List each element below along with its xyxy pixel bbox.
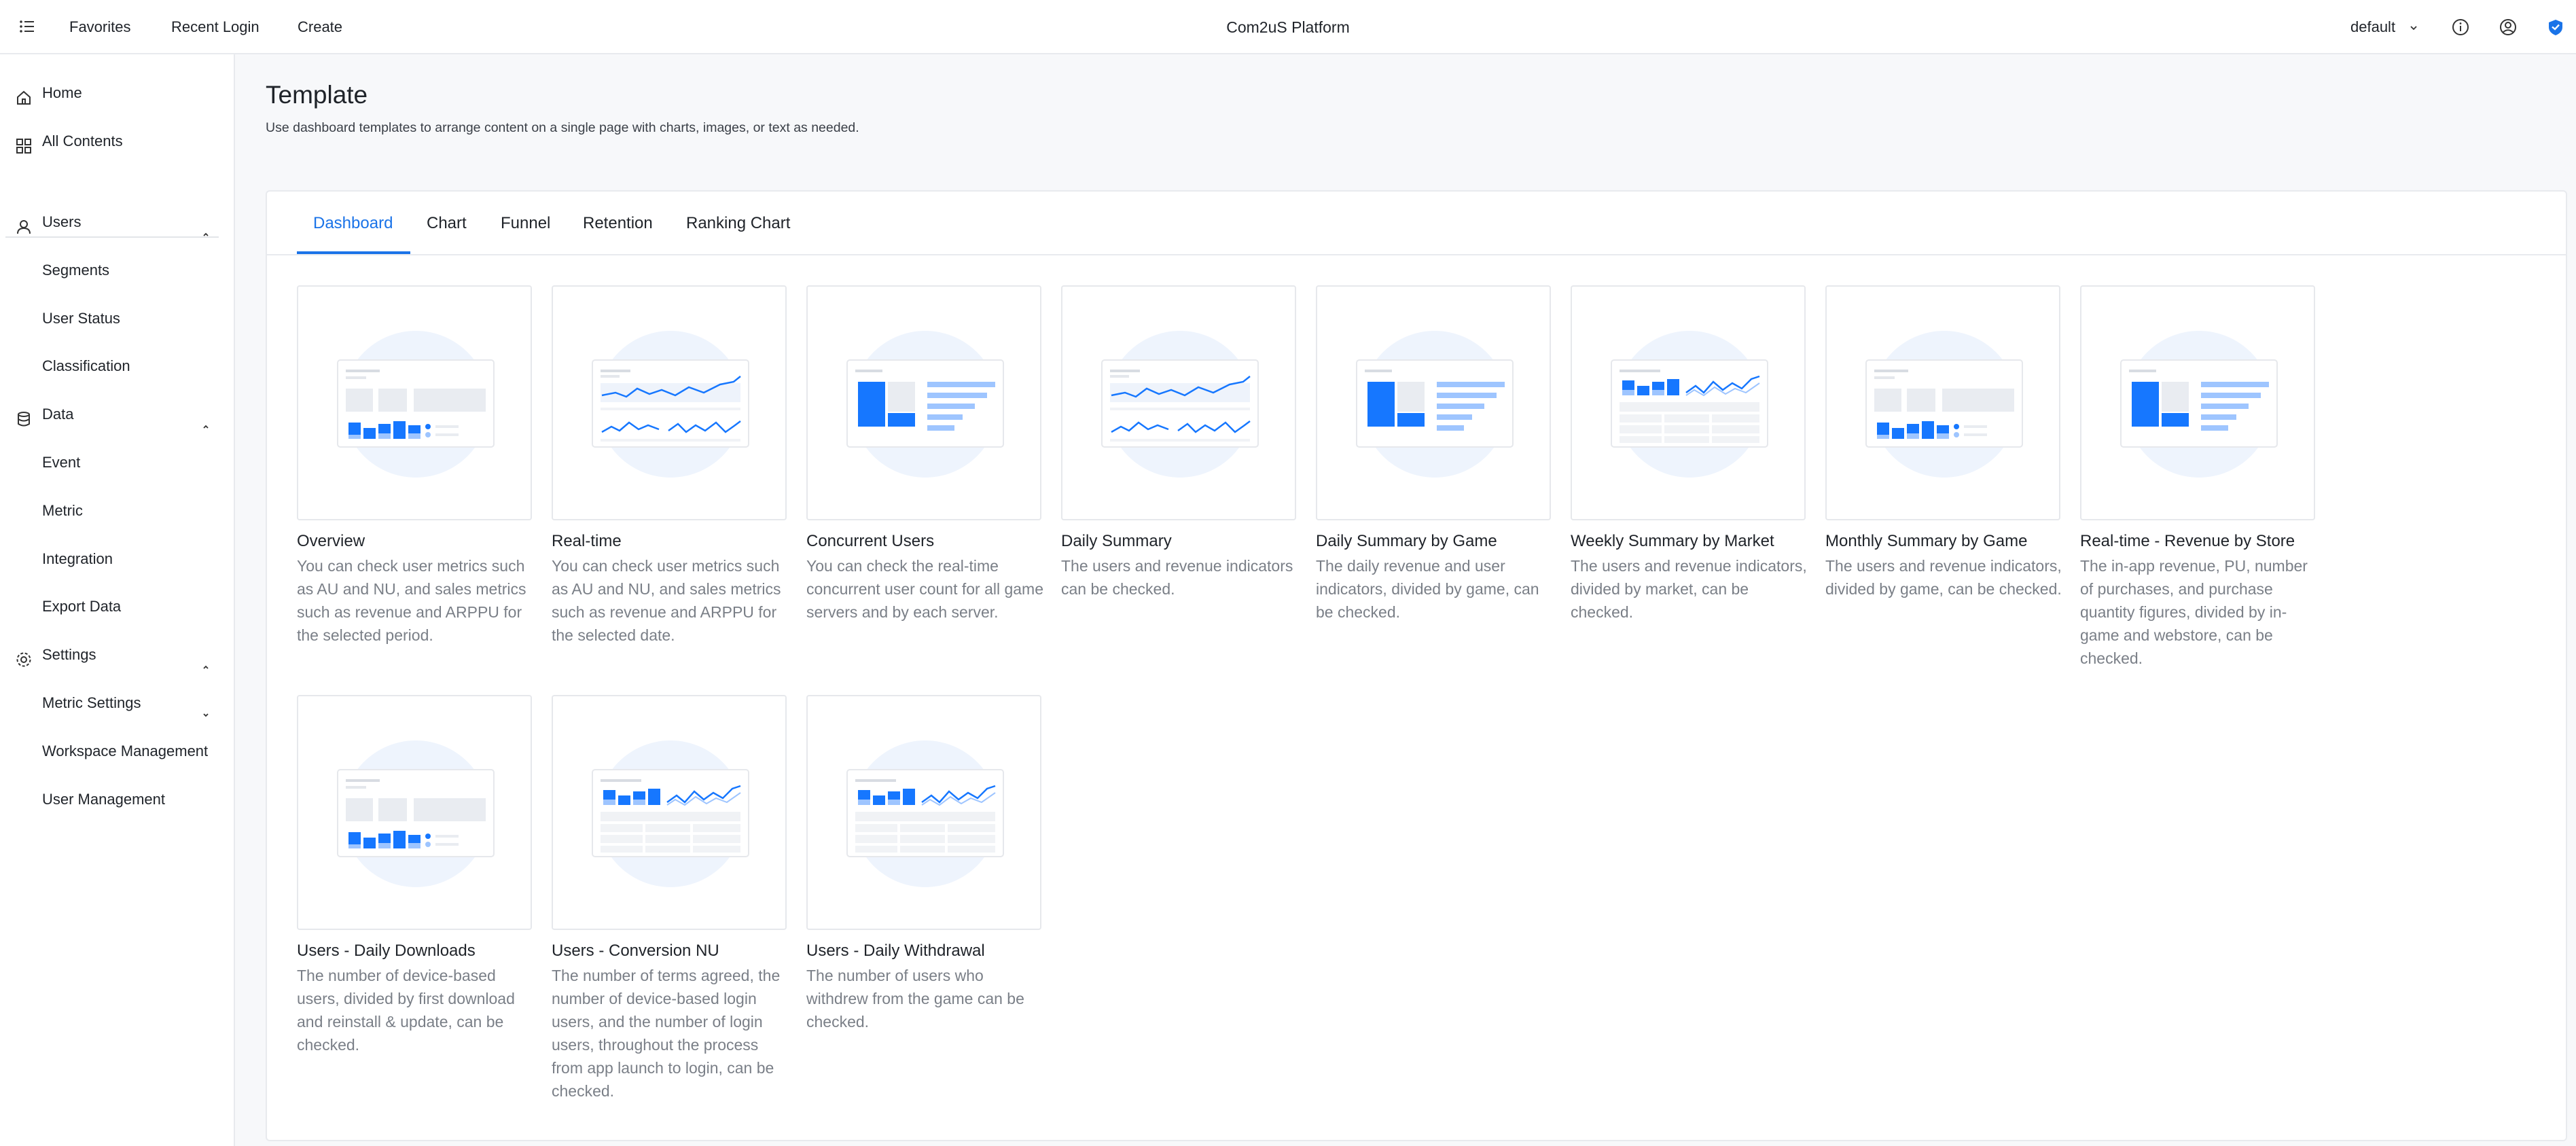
template-card-title: Monthly Summary by Game — [1825, 532, 2028, 550]
shield-icon[interactable] — [2543, 15, 2568, 39]
sidebar-item-label: Integration — [42, 550, 113, 567]
active-tab-indicator — [297, 251, 410, 254]
chevron-up-icon — [201, 650, 211, 669]
tab-ranking-chart[interactable]: Ranking Chart — [686, 192, 790, 255]
grid-icon — [15, 133, 33, 154]
template-thumbnail — [552, 695, 787, 930]
tab-chart[interactable]: Chart — [427, 192, 467, 255]
sidebar-item-label: Settings — [42, 646, 96, 663]
chevron-up-icon — [201, 410, 211, 429]
tab-funnel[interactable]: Funnel — [501, 192, 550, 255]
template-card-description: The users and revenue indicators, divide… — [1825, 557, 2062, 598]
sidebar-item-segments[interactable]: Segments — [0, 253, 235, 287]
template-thumbnail — [1061, 285, 1296, 520]
sidebar-item-label: Export Data — [42, 598, 122, 615]
favorites-link[interactable]: Favorites — [69, 14, 130, 41]
sidebar-item-home[interactable]: Home — [0, 76, 235, 110]
sidebar-item-event[interactable]: Event — [0, 446, 235, 480]
sidebar-item-export-data[interactable]: Export Data — [0, 590, 235, 624]
page-description: Use dashboard templates to arrange conte… — [266, 120, 859, 135]
template-thumbnail — [1825, 285, 2060, 520]
sidebar-item-label: Metric Settings — [42, 694, 141, 711]
template-card-description: You can check user metrics such as AU an… — [552, 557, 781, 644]
template-card-description: The number of users who withdrew from th… — [806, 967, 1024, 1031]
sidebar-item-label: Metric — [42, 502, 83, 519]
template-card-title: Users - Conversion NU — [552, 942, 719, 960]
tab-retention[interactable]: Retention — [583, 192, 653, 255]
tab-bar: Dashboard Chart Funnel Retention Ranking… — [267, 192, 2566, 255]
sidebar-item-label: All Contents — [42, 132, 123, 149]
template-card-description: You can check the real-time concurrent u… — [806, 557, 1044, 621]
recent-login-link[interactable]: Recent Login — [171, 14, 260, 41]
sidebar-item-integration[interactable]: Integration — [0, 542, 235, 576]
template-panel: Dashboard Chart Funnel Retention Ranking… — [266, 190, 2567, 1141]
sidebar-item-user-status[interactable]: User Status — [0, 302, 235, 336]
tab-dashboard[interactable]: Dashboard — [313, 192, 393, 255]
page-title: Template — [266, 81, 368, 109]
template-card-title: Real-time - Revenue by Store — [2080, 532, 2295, 550]
sidebar-item-label: Workspace Management — [42, 742, 209, 759]
template-card-description: You can check user metrics such as AU an… — [297, 557, 526, 644]
create-link[interactable]: Create — [298, 14, 342, 41]
sidebar-item-label: Home — [42, 84, 82, 101]
template-card-title: Real-time — [552, 532, 622, 550]
sidebar-item-label: Data — [42, 406, 74, 423]
template-card-title: Daily Summary by Game — [1316, 532, 1497, 550]
sidebar-group-data[interactable]: Data — [0, 397, 235, 431]
sidebar: Home All Contents Users Segments User St… — [0, 54, 235, 1146]
sidebar-item-all-contents[interactable]: All Contents — [0, 124, 235, 158]
gear-icon — [15, 647, 33, 667]
sidebar-item-label: Segments — [42, 262, 110, 279]
template-thumbnail — [297, 695, 532, 930]
template-card-description: The number of device-based users, divide… — [297, 967, 515, 1054]
workspace-select[interactable]: default — [2350, 14, 2418, 41]
sidebar-item-metric-settings[interactable]: Metric Settings — [0, 686, 235, 720]
app-title: Com2uS Platform — [1226, 18, 1350, 36]
home-icon — [15, 85, 33, 105]
sidebar-group-users[interactable]: Users — [0, 205, 235, 239]
sidebar-item-label: Event — [42, 454, 81, 471]
sidebar-item-label: Classification — [42, 357, 130, 374]
template-card-description: The users and revenue indicators can be … — [1061, 557, 1293, 598]
template-card-description: The daily revenue and user indicators, d… — [1316, 557, 1539, 621]
sidebar-item-classification[interactable]: Classification — [0, 349, 235, 383]
template-card-title: Concurrent Users — [806, 532, 935, 550]
template-card-description: The in-app revenue, PU, number of purcha… — [2080, 557, 2308, 667]
sidebar-item-label: Users — [42, 213, 82, 230]
template-card-title: Daily Summary — [1061, 532, 1172, 550]
template-thumbnail — [806, 285, 1041, 520]
info-icon[interactable] — [2448, 15, 2473, 39]
chevron-up-icon — [201, 217, 211, 236]
template-thumbnail — [297, 285, 532, 520]
sidebar-group-settings[interactable]: Settings — [0, 638, 235, 672]
template-card-title: Weekly Summary by Market — [1571, 532, 1774, 550]
top-bar: Favorites Recent Login Create Com2uS Pla… — [0, 0, 2576, 54]
menu-icon[interactable] — [14, 14, 41, 41]
template-thumbnail — [1571, 285, 1806, 520]
template-card-title: Users - Daily Downloads — [297, 942, 476, 960]
template-thumbnail — [552, 285, 787, 520]
workspace-label: default — [2350, 18, 2396, 35]
account-icon[interactable] — [2496, 15, 2520, 39]
template-card-description: The number of terms agreed, the number o… — [552, 967, 781, 1100]
sidebar-item-label: User Management — [42, 791, 165, 808]
user-icon — [15, 214, 33, 234]
template-card-title: Overview — [297, 532, 365, 550]
template-card-description: The users and revenue indicators, divide… — [1571, 557, 1807, 621]
chevron-down-icon — [2409, 14, 2418, 41]
sidebar-item-label: User Status — [42, 310, 120, 327]
sidebar-item-metric[interactable]: Metric — [0, 494, 235, 528]
template-thumbnail — [806, 695, 1041, 930]
template-thumbnail — [1316, 285, 1551, 520]
template-card-title: Users - Daily Withdrawal — [806, 942, 985, 960]
template-thumbnail — [2080, 285, 2315, 520]
sidebar-item-workspace-management[interactable]: Workspace Management — [0, 734, 235, 768]
sidebar-item-user-management[interactable]: User Management — [0, 783, 235, 817]
database-icon — [15, 406, 33, 427]
chevron-down-icon — [201, 698, 211, 717]
